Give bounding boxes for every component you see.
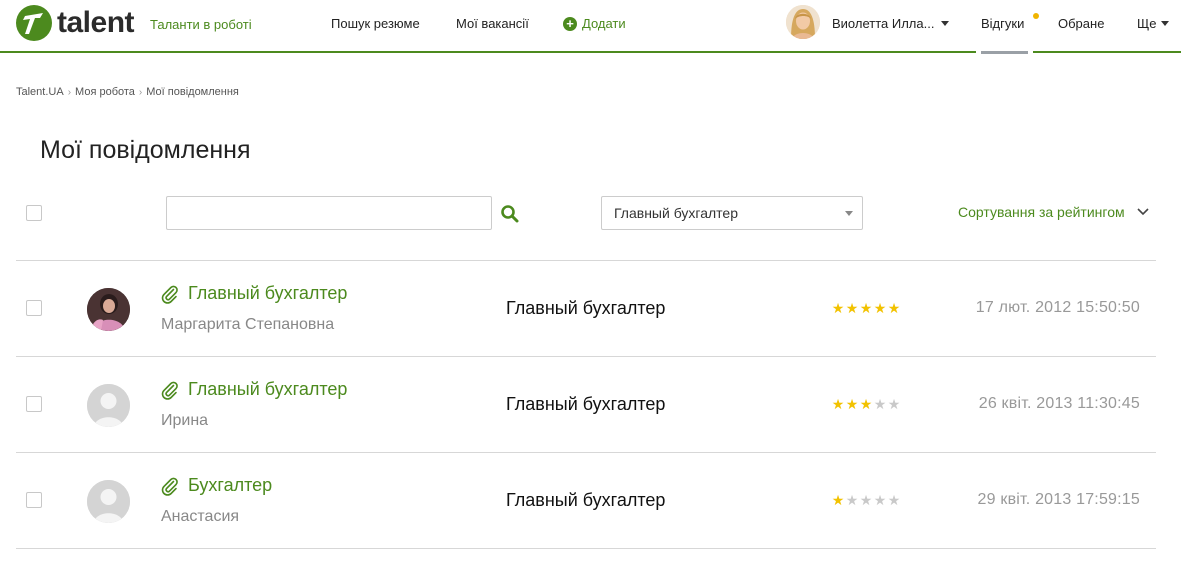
paperclip-icon bbox=[161, 285, 178, 304]
caret-down-icon bbox=[1161, 21, 1170, 26]
star-empty-icon: ★ bbox=[859, 493, 873, 509]
nav-favorites[interactable]: Обране bbox=[1058, 16, 1104, 31]
search-icon[interactable] bbox=[500, 204, 520, 224]
vacancy-filter-select[interactable]: Главный бухгалтер bbox=[601, 196, 863, 230]
star-filled-icon: ★ bbox=[845, 301, 859, 317]
search-input[interactable] bbox=[166, 196, 492, 230]
caret-down-icon bbox=[845, 211, 853, 216]
logo[interactable]: talent bbox=[16, 5, 135, 41]
logo-text: talent bbox=[57, 6, 135, 39]
rating-stars: ★ ★ ★ ★ ★ bbox=[831, 301, 901, 317]
star-empty-icon: ★ bbox=[845, 493, 859, 509]
message-title: Главный бухгалтер bbox=[188, 283, 348, 303]
header-line-gap bbox=[1028, 51, 1033, 54]
message-row[interactable]: Главный бухгалтер Ирина Главный бухгалте… bbox=[16, 357, 1156, 453]
nav-responses[interactable]: Відгуки bbox=[981, 16, 1024, 31]
responses-underline bbox=[981, 51, 1028, 54]
breadcrumb-home[interactable]: Talent.UA bbox=[16, 86, 64, 98]
nav-more-menu[interactable]: Ще bbox=[1137, 16, 1170, 31]
star-filled-icon: ★ bbox=[859, 397, 873, 413]
message-row[interactable]: Бухгалтер Анастасия Главный бухгалтер ★ ★… bbox=[16, 453, 1156, 549]
vacancy-filter-value: Главный бухгалтер bbox=[614, 205, 738, 221]
page-title: Мої повідомлення bbox=[40, 136, 251, 164]
message-row[interactable]: Главный бухгалтер Маргарита Степановна Г… bbox=[16, 261, 1156, 357]
breadcrumb-current: Мої повідомлення bbox=[146, 86, 239, 98]
rating-stars: ★ ★ ★ ★ ★ bbox=[831, 493, 901, 509]
caret-down-icon bbox=[941, 21, 950, 26]
row-checkbox[interactable] bbox=[26, 396, 42, 412]
chevron-right-icon: › bbox=[138, 86, 143, 98]
row-checkbox[interactable] bbox=[26, 300, 42, 316]
star-filled-icon: ★ bbox=[873, 301, 887, 317]
message-sender: Ирина bbox=[161, 412, 209, 429]
chevron-right-icon: › bbox=[67, 86, 72, 98]
breadcrumb: Talent.UA › Моя робота › Мої повідомленн… bbox=[16, 86, 239, 98]
list-divider bbox=[16, 548, 1156, 549]
sort-label: Сортування за рейтингом bbox=[958, 204, 1125, 220]
star-filled-icon: ★ bbox=[845, 397, 859, 413]
user-name: Виолетта Илла... bbox=[832, 16, 935, 31]
message-date: 29 квіт. 2013 17:59:15 bbox=[977, 491, 1140, 508]
message-date: 17 лют. 2012 15:50:50 bbox=[975, 299, 1140, 316]
message-title-link[interactable]: Главный бухгалтер bbox=[160, 379, 347, 400]
nav-search-resume[interactable]: Пошук резюме bbox=[331, 16, 420, 31]
message-title: Главный бухгалтер bbox=[188, 379, 348, 399]
paperclip-icon bbox=[161, 477, 178, 496]
rating-stars: ★ ★ ★ ★ ★ bbox=[831, 397, 901, 413]
star-empty-icon: ★ bbox=[887, 397, 901, 413]
tagline: Таланти в роботі bbox=[150, 17, 252, 32]
user-avatar[interactable] bbox=[786, 5, 820, 39]
star-filled-icon: ★ bbox=[831, 301, 845, 317]
nav-add-button[interactable]: + Додати bbox=[563, 16, 626, 31]
message-title: Бухгалтер bbox=[188, 475, 273, 495]
notification-dot bbox=[1033, 13, 1039, 19]
star-filled-icon: ★ bbox=[887, 301, 901, 317]
avatar bbox=[87, 288, 130, 331]
select-all-checkbox[interactable] bbox=[26, 205, 42, 221]
star-filled-icon: ★ bbox=[831, 397, 845, 413]
breadcrumb-my-work[interactable]: Моя робота bbox=[75, 86, 135, 98]
nav-add-label: Додати bbox=[582, 16, 626, 31]
nav-my-vacancies[interactable]: Мої вакансії bbox=[456, 16, 529, 31]
chevron-down-icon bbox=[1137, 208, 1149, 216]
paperclip-icon bbox=[161, 381, 178, 400]
message-date: 26 квіт. 2013 11:30:45 bbox=[978, 395, 1140, 412]
row-checkbox[interactable] bbox=[26, 492, 42, 508]
avatar-placeholder bbox=[87, 384, 130, 427]
message-vacancy: Главный бухгалтер bbox=[506, 490, 666, 510]
sort-dropdown[interactable]: Сортування за рейтингом bbox=[958, 204, 1149, 220]
star-filled-icon: ★ bbox=[831, 493, 845, 509]
nav-more-label: Ще bbox=[1137, 16, 1157, 31]
message-vacancy: Главный бухгалтер bbox=[506, 394, 666, 414]
user-menu[interactable]: Виолетта Илла... bbox=[832, 16, 950, 31]
star-filled-icon: ★ bbox=[859, 301, 873, 317]
message-sender: Анастасия bbox=[161, 508, 240, 525]
message-title-link[interactable]: Бухгалтер bbox=[160, 475, 272, 496]
message-title-link[interactable]: Главный бухгалтер bbox=[160, 283, 347, 304]
message-vacancy: Главный бухгалтер bbox=[506, 298, 666, 318]
avatar-placeholder bbox=[87, 480, 130, 523]
message-sender: Маргарита Степановна bbox=[161, 316, 335, 333]
top-header: talent Таланти в роботі Пошук резюме Мої… bbox=[0, 0, 1181, 54]
star-empty-icon: ★ bbox=[887, 493, 901, 509]
star-empty-icon: ★ bbox=[873, 493, 887, 509]
plus-circle-icon: + bbox=[563, 16, 577, 31]
star-empty-icon: ★ bbox=[873, 397, 887, 413]
logo-icon bbox=[16, 5, 52, 41]
